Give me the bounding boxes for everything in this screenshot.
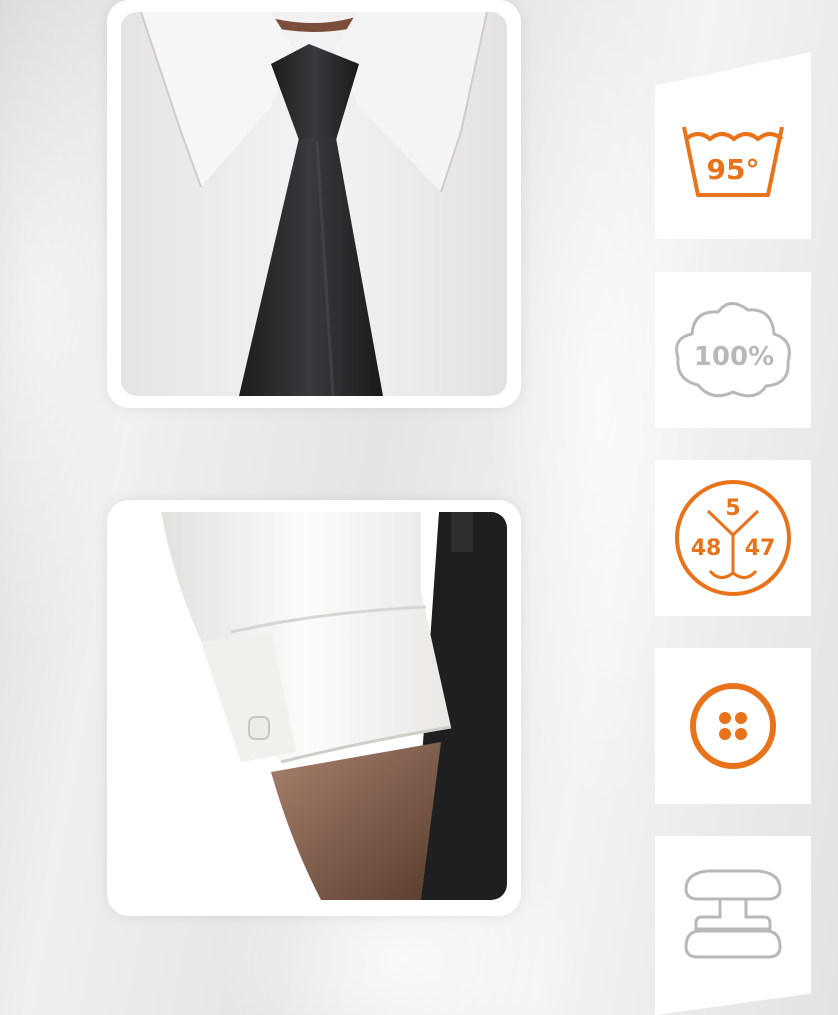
collar-photo-frame	[107, 0, 521, 408]
collar-tie-photo	[121, 12, 507, 396]
wash-temperature: 95°	[707, 153, 760, 186]
button-tile	[655, 648, 811, 804]
sizes-tile: 5 48 47	[655, 460, 811, 616]
cuff-photo-frame	[107, 500, 521, 916]
cotton-percentage: 100%	[694, 342, 774, 372]
cufflink-tile	[655, 836, 811, 1015]
cuff-photo	[121, 512, 507, 900]
size-top: 5	[725, 496, 740, 521]
cotton-tile: 100%	[655, 272, 811, 428]
cufflink-icon	[684, 869, 782, 958]
feature-icons-column: 95° 100% 5 48 47	[655, 0, 811, 1015]
button-icon	[690, 683, 776, 769]
cotton-ball-icon: 100%	[675, 302, 791, 398]
size-left: 48	[691, 536, 722, 561]
size-right: 47	[745, 536, 776, 561]
wash-tile: 95°	[655, 52, 811, 239]
shirt-sizes-icon: 5 48 47	[675, 480, 791, 596]
wash-basin-icon: 95°	[682, 126, 784, 197]
